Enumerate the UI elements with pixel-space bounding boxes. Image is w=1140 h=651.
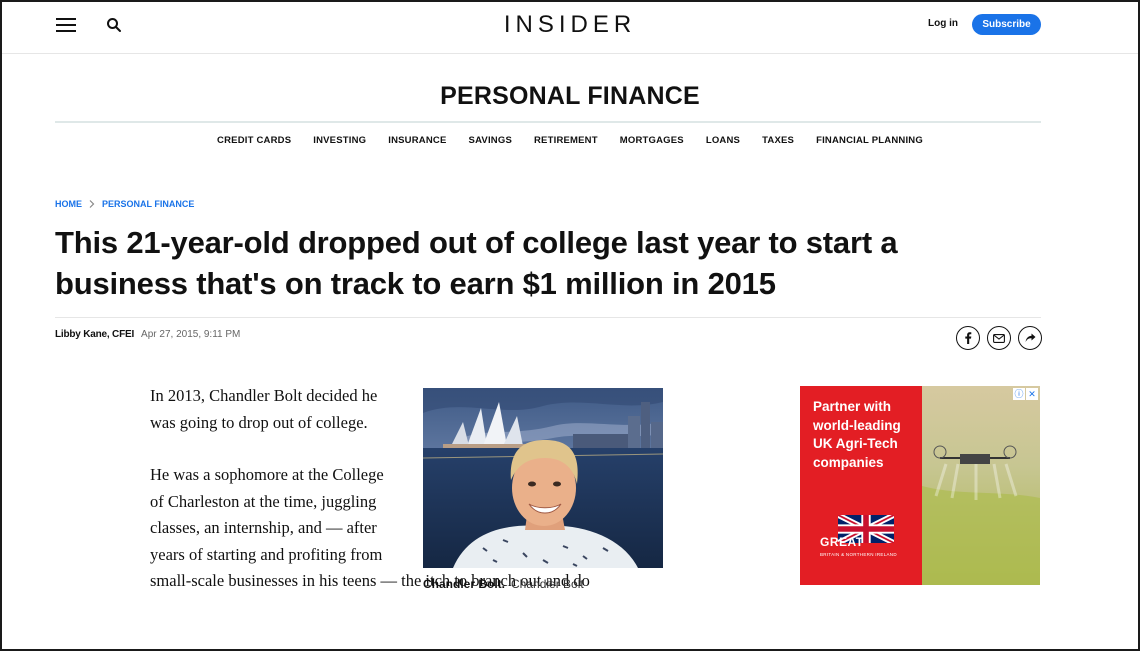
subnav-item-financial-planning[interactable]: FINANCIAL PLANNING (816, 135, 923, 146)
facebook-share-icon[interactable] (956, 326, 980, 350)
byline: Libby Kane, CFEI Apr 27, 2015, 9:11 PM (55, 329, 240, 340)
caption-text: Chandler Bolt. (423, 577, 506, 591)
ad-close-icon[interactable]: ✕ (1026, 388, 1038, 400)
publish-date: Apr 27, 2015, 9:11 PM (141, 329, 241, 340)
ad-headline: Partner with world-leading UK Agri-Tech … (813, 399, 901, 470)
subnav-item-mortgages[interactable]: MORTGAGES (620, 135, 684, 146)
section-title[interactable]: PERSONAL FINANCE (2, 82, 1138, 111)
subnav-item-investing[interactable]: INVESTING (313, 135, 366, 146)
breadcrumb-home[interactable]: HOME (55, 199, 82, 209)
breadcrumb: HOME PERSONAL FINANCE (55, 199, 194, 209)
subscribe-button[interactable]: Subscribe (972, 14, 1041, 35)
subnav-item-retirement[interactable]: RETIREMENT (534, 135, 598, 146)
paragraph: In 2013, Chandler Bolt decided he was go… (150, 386, 378, 432)
ad-brand: GREAT (820, 535, 864, 549)
author-name[interactable]: Libby Kane, CFEI (55, 329, 134, 340)
ad-brand-sub: BRITAIN & NORTHERN IRELAND (820, 552, 897, 557)
share-buttons (956, 326, 1042, 350)
breadcrumb-personal-finance[interactable]: PERSONAL FINANCE (102, 199, 194, 209)
subnav-item-credit-cards[interactable]: CREDIT CARDS (217, 135, 291, 146)
subnav-item-savings[interactable]: SAVINGS (469, 135, 512, 146)
subnav-item-taxes[interactable]: TAXES (762, 135, 794, 146)
chandler-bolt-photo[interactable] (423, 388, 663, 568)
insider-logo[interactable]: INSIDER (2, 11, 1138, 39)
chevron-right-icon (89, 200, 95, 208)
email-share-icon[interactable] (987, 326, 1011, 350)
page-frame: INSIDER Log in Subscribe PERSONAL FINANC… (0, 0, 1140, 651)
ad-info-icon[interactable]: ⓘ (1013, 388, 1025, 400)
subnav-item-loans[interactable]: LOANS (706, 135, 740, 146)
advertisement[interactable]: Partner with world-leading UK Agri-Tech … (800, 386, 1040, 585)
top-navigation-bar: INSIDER Log in Subscribe (2, 2, 1138, 54)
article-figure: Chandler Bolt. Chandler Bolt (423, 388, 663, 591)
subnav-item-insurance[interactable]: INSURANCE (388, 135, 446, 146)
article-headline: This 21-year-old dropped out of college … (55, 225, 898, 301)
paragraph: He was a sophomore at the College of Cha… (150, 465, 384, 564)
caption-credit: Chandler Bolt (511, 577, 584, 591)
section-subnav: CREDIT CARDS INVESTING INSURANCE SAVINGS… (2, 135, 1138, 146)
share-arrow-icon[interactable] (1018, 326, 1042, 350)
section-divider (55, 121, 1041, 123)
ad-choices: ⓘ ✕ (1013, 388, 1038, 400)
byline-divider (55, 317, 1041, 318)
login-link[interactable]: Log in (928, 18, 958, 29)
figure-caption: Chandler Bolt. Chandler Bolt (423, 577, 663, 591)
